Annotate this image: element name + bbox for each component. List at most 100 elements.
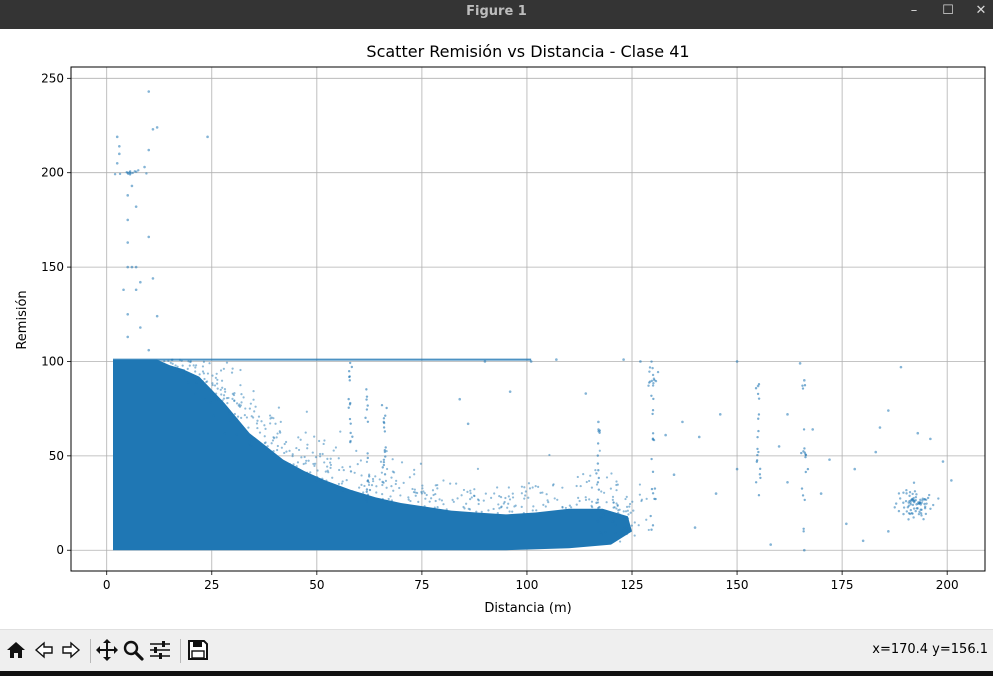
scatter-point [754,481,758,484]
scatter-point [239,368,242,372]
scatter-point [304,462,307,465]
scatter-point [139,326,142,329]
scatter-point [802,428,806,431]
scatter-point [314,456,318,459]
scatter-point [368,488,372,492]
scatter-point [385,486,388,489]
scatter-point [651,492,655,495]
configure-subplots-button[interactable] [148,637,172,663]
scatter-point [263,442,266,445]
scatter-point [596,520,600,523]
scatter-point [318,439,321,443]
scatter-point [482,499,485,502]
scatter-point [363,484,366,488]
scatter-point [233,399,236,402]
save-button[interactable] [186,637,210,663]
scatter-point [650,528,653,531]
scatter-point [648,380,652,383]
close-button[interactable]: ✕ [966,0,993,24]
scatter-point [596,462,600,465]
scatter-point [595,483,599,486]
scatter-point [616,483,619,486]
scatter-point [350,365,354,369]
scatter-point [616,503,619,507]
scatter-point [897,492,901,495]
scatter-point [374,475,377,478]
pan-button[interactable] [95,637,119,663]
scatter-point [759,476,762,480]
scatter-point [313,464,316,467]
scatter-point [828,458,831,461]
scatter-point [466,422,470,426]
scatter-point [801,387,805,390]
scatter-point [306,443,309,446]
scatter-point [309,471,312,474]
maximize-button[interactable]: ☐ [933,0,963,24]
x-tick-label: 175 [831,578,854,592]
scatter-point [390,476,393,479]
minimize-button[interactable]: – [899,0,929,24]
back-button[interactable] [32,637,56,663]
scatter-point [206,380,209,383]
scatter-point [625,532,628,536]
scatter-point [339,430,342,433]
scatter-point [252,389,255,393]
scatter-point [351,490,354,493]
scatter-points [113,90,953,552]
scatter-point [425,493,428,497]
scatter-point [247,438,250,441]
scatter-point [915,493,918,496]
scatter-point [228,412,231,415]
scatter-point [216,387,219,390]
scatter-point [408,476,411,479]
scatter-point [126,265,130,269]
scatter-point [194,364,198,367]
scatter-point [360,483,363,486]
scatter-point [607,512,611,515]
scatter-point [575,484,578,488]
scatter-point [366,420,370,423]
scatter-point [803,384,807,387]
scatter-point [640,499,643,503]
scatter-point [917,512,921,516]
scatter-point [914,496,918,499]
scatter-point [182,369,186,372]
scatter-point [874,450,878,454]
zoom-button[interactable] [121,637,145,663]
scatter-point [555,358,558,361]
scatter-point [411,487,414,491]
home-button[interactable] [4,637,28,663]
scatter-point [803,498,806,502]
scatter-point [151,277,155,280]
scatter-point [256,426,259,430]
scatter-point [410,506,413,509]
scatter-point [617,511,620,514]
scatter-point [422,490,425,493]
scatter-point [697,435,701,439]
scatter-point [950,479,953,482]
scatter-point [325,479,328,482]
scatter-point [222,394,226,397]
scatter-point [910,512,913,515]
scatter-point [498,507,501,510]
forward-button[interactable] [59,637,83,663]
scatter-point [147,235,151,239]
scatter-point [909,508,913,512]
scatter-point [639,360,642,363]
scatter-point [387,497,390,501]
scatter-point [413,468,416,471]
scatter-point [520,505,523,508]
scatter-point [476,467,480,470]
scatter-point [599,531,602,534]
scatter-chart[interactable]: 0 25 50 75 100 125 150 175 200 0 50 100 150 200 250 Sc… [0,29,993,629]
scatter-point [537,485,540,489]
scatter-point [348,375,351,378]
scatter-point [786,480,789,484]
scatter-point [511,496,515,499]
scatter-point [314,462,317,465]
scatter-point [490,496,493,500]
scatter-point [348,361,352,365]
scatter-point [118,144,121,148]
scatter-point [664,433,667,437]
figure-canvas[interactable]: 0 25 50 75 100 125 150 175 200 0 50 100 150 200 250 Sc… [0,29,993,629]
